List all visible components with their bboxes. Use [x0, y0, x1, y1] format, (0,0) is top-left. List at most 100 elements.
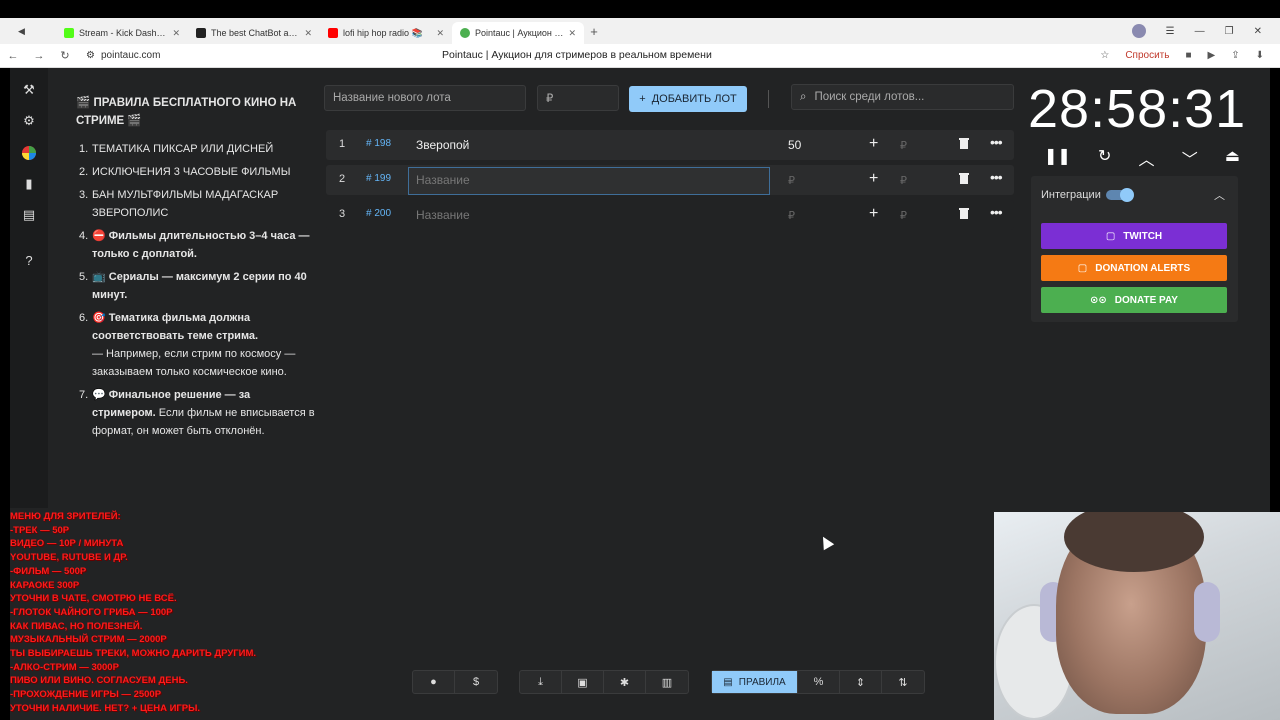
ask-button[interactable]: Спросить	[1125, 50, 1169, 61]
clear-icon[interactable]: ▥	[646, 671, 688, 693]
sort-icon[interactable]: ⇅	[882, 671, 924, 693]
close-tab-icon[interactable]: ✕	[172, 28, 180, 39]
donate-pay-label: DONATE PAY	[1114, 294, 1178, 306]
delete-icon[interactable]	[959, 207, 969, 219]
menu-icon[interactable]: ☰	[1166, 26, 1175, 37]
help-icon[interactable]: ?	[19, 250, 39, 270]
lot-id[interactable]: # 198	[366, 138, 391, 149]
lot-id[interactable]: # 200	[366, 208, 391, 219]
add-amount-currency: ₽	[900, 210, 907, 222]
integrations-label: Интеграции	[1041, 189, 1101, 201]
reset-icon[interactable]: ↻	[1098, 146, 1111, 170]
donate-pay-button[interactable]: ⊙⊙ DONATE PAY	[1041, 287, 1227, 313]
page-title: Pointauc | Аукцион для стримеров в реаль…	[442, 49, 712, 61]
close-tab-icon[interactable]: ✕	[304, 28, 312, 39]
forward-icon[interactable]: →	[26, 50, 52, 62]
donation-alerts-label: DONATION ALERTS	[1095, 262, 1191, 274]
bookmark-icon[interactable]: ☆	[1100, 50, 1109, 61]
bug-icon[interactable]: ✱	[604, 671, 646, 693]
add-amount-icon[interactable]: +	[869, 205, 878, 223]
add-amount-currency: ₽	[900, 175, 907, 187]
search-lots-input[interactable]: ⌕ Поиск среди лотов...	[791, 84, 1014, 110]
chevron-up-icon[interactable]: ︿	[1139, 146, 1155, 170]
screen: ◀ Stream - Kick Dashboard ✕ The best Cha…	[0, 0, 1280, 720]
lot-name-placeholder[interactable]: Название	[416, 208, 470, 222]
site-info-icon[interactable]: ⚙	[86, 50, 95, 61]
more-icon[interactable]: •••	[990, 134, 1003, 150]
save-icon[interactable]: ▣	[562, 671, 604, 693]
rule-text: БАН МУЛЬТФИЛЬМЫ МАДАГАСКАР ЗВЕРОПОЛИС	[92, 189, 279, 219]
lot-name-placeholder: Название	[416, 173, 470, 187]
tab-kick[interactable]: Stream - Kick Dashboard ✕	[56, 22, 188, 44]
minimize-icon[interactable]: —	[1195, 26, 1205, 37]
divider	[768, 90, 769, 108]
wheel-svg	[22, 146, 36, 160]
percent-icon[interactable]: %	[798, 671, 840, 693]
lot-amount[interactable]: 50	[788, 138, 801, 152]
more-icon[interactable]: •••	[990, 169, 1003, 185]
overlay-line: -АЛКО-СТРИМ — 3000Р	[10, 661, 119, 673]
overlay-line: МУЗЫКАЛЬНЫЙ СТРИМ — 2000Р	[10, 634, 167, 646]
profile-avatar[interactable]	[1131, 24, 1146, 38]
rule-number: 6.	[79, 312, 89, 324]
github-icon[interactable]: ●	[413, 671, 455, 693]
wheel-icon[interactable]	[19, 143, 39, 163]
add-amount-icon[interactable]: +	[869, 170, 878, 188]
close-tab-icon[interactable]: ✕	[568, 28, 576, 39]
add-amount-icon[interactable]: +	[869, 135, 878, 153]
close-window-icon[interactable]: ✕	[1254, 26, 1262, 37]
auction-hammer-icon[interactable]: ⚒	[19, 80, 39, 100]
collapse-chevron-icon[interactable]: ︿	[1214, 187, 1225, 203]
new-lot-amount-input[interactable]: ₽	[537, 85, 619, 111]
share-icon[interactable]: ⇪	[1231, 50, 1239, 61]
toolbar-group-view: ▤ ПРАВИЛА % ⇕ ⇅	[711, 670, 925, 694]
delete-icon[interactable]	[959, 172, 969, 184]
reload-icon[interactable]: ↻	[52, 49, 78, 62]
lot-name[interactable]: Зверопой	[416, 138, 469, 152]
rule-text: 📺 Сериалы — максимум 2 серии по 40 минут…	[92, 271, 307, 301]
overlay-line: МЕНЮ ДЛЯ ЗРИТЕЛЕЙ:	[10, 511, 121, 522]
pause-icon[interactable]: ❚❚	[1044, 146, 1071, 170]
new-tab-button[interactable]: +	[584, 24, 604, 39]
media-icon[interactable]: ▶	[1208, 50, 1216, 61]
compact-icon[interactable]: ⇕	[840, 671, 882, 693]
history-clipboard-icon[interactable]: ▤	[19, 205, 39, 225]
double-chevron-up-icon[interactable]: ⏏	[1225, 146, 1240, 170]
maximize-icon[interactable]: ❐	[1225, 26, 1234, 37]
tab-pointauc[interactable]: Pointauc | Аукцион для ✕	[452, 22, 584, 44]
search-placeholder: Поиск среди лотов...	[814, 91, 925, 103]
more-icon[interactable]: •••	[990, 204, 1003, 220]
twitch-button[interactable]: ▢ TWITCH	[1041, 223, 1227, 249]
tab-lofi[interactable]: lofi hip hop radio 📚 ✕	[320, 22, 452, 44]
statistics-icon[interactable]: ▮	[19, 174, 39, 194]
webcam-overlay	[994, 512, 1280, 720]
settings-icon[interactable]: ⚙	[19, 111, 39, 131]
rule-number: 5.	[79, 271, 89, 283]
new-lot-name-input[interactable]: Название нового лота	[324, 85, 526, 111]
integrations-panel: Интеграции ︿ ▢ TWITCH ▢ DONATION ALERTS ⊙⊙…	[1031, 176, 1238, 322]
delete-icon[interactable]	[959, 137, 969, 149]
tab-chatbot[interactable]: The best ChatBot and Wid ✕	[188, 22, 320, 44]
integrations-toggle[interactable]	[1106, 188, 1134, 202]
donation-alerts-button[interactable]: ▢ DONATION ALERTS	[1041, 255, 1227, 281]
close-tab-icon[interactable]: ✕	[436, 28, 444, 39]
tab-title: Pointauc | Аукцион для	[475, 28, 564, 38]
rules-heading: 🎬 ПРАВИЛА БЕСПЛАТНОГО КИНО НА СТРИМЕ 🎬	[76, 97, 297, 127]
lot-amount-input[interactable]: ₽	[788, 209, 795, 222]
back-icon[interactable]: ←	[0, 50, 26, 62]
import-icon[interactable]: ⤓	[520, 671, 562, 693]
rule-item: 7. 💬 Финальное решение — за стримером. Ес…	[76, 386, 316, 440]
toolbar-group-links: ● $	[412, 670, 498, 694]
rules-button[interactable]: ▤ ПРАВИЛА	[712, 671, 798, 693]
tab-nav: ◀	[0, 26, 56, 37]
add-lot-button[interactable]: + ДОБАВИТЬ ЛОТ	[629, 86, 747, 112]
download-icon[interactable]: ⬇	[1256, 50, 1264, 61]
url-field[interactable]: ⚙ pointauc.com	[86, 50, 160, 61]
lot-id[interactable]: # 199	[366, 173, 391, 184]
speaker-icon[interactable]: ◀	[18, 26, 25, 37]
extension-icon[interactable]: ■	[1185, 50, 1191, 61]
lot-amount-input[interactable]: ₽	[788, 174, 795, 187]
donate-dollar-icon[interactable]: $	[455, 671, 497, 693]
chevron-down-icon[interactable]: ﹀	[1182, 146, 1198, 170]
twitch-label: TWITCH	[1123, 230, 1163, 242]
